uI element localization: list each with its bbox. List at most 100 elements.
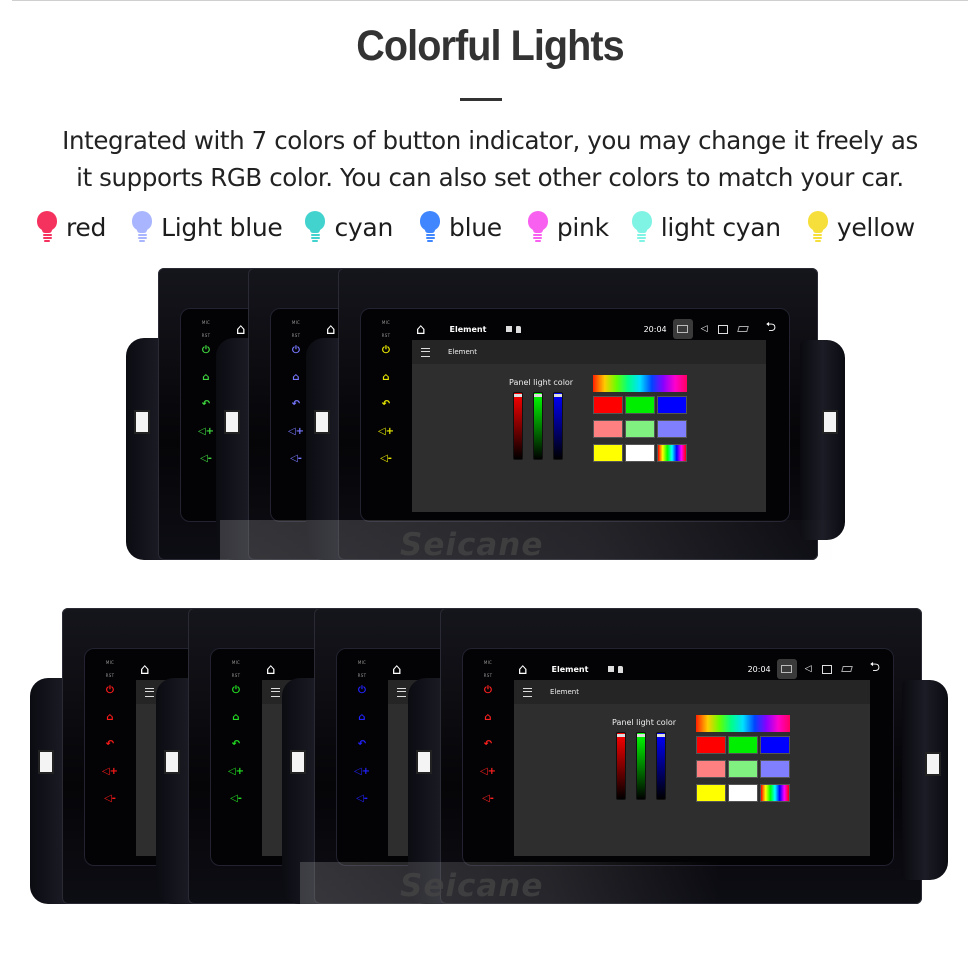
volume-down-key-icon[interactable]: ◁- bbox=[290, 454, 302, 464]
power-key-icon[interactable]: ⏻ bbox=[382, 346, 390, 356]
home-icon[interactable]: ⌂ bbox=[326, 320, 336, 338]
bulb-icon bbox=[527, 210, 549, 244]
color-swatch[interactable] bbox=[760, 784, 790, 802]
screen-mirror-icon[interactable] bbox=[672, 319, 693, 339]
return-icon[interactable]: ⮌ bbox=[766, 318, 776, 340]
color-swatch[interactable] bbox=[593, 444, 623, 462]
back-key-icon[interactable]: ↶ bbox=[106, 740, 114, 750]
back-key-icon[interactable]: ↶ bbox=[292, 400, 300, 410]
slider-thumb[interactable] bbox=[657, 734, 665, 737]
legend-label: cyan bbox=[334, 212, 393, 242]
color-swatch[interactable] bbox=[625, 396, 655, 414]
color-swatch[interactable] bbox=[657, 396, 687, 414]
volume-up-key-icon[interactable]: ◁+ bbox=[102, 767, 118, 777]
color-swatch[interactable] bbox=[728, 784, 758, 802]
volume-up-key-icon[interactable]: ◁+ bbox=[480, 767, 496, 777]
sd-card-icon bbox=[516, 325, 522, 333]
power-key-icon[interactable]: ⏻ bbox=[106, 686, 114, 696]
slider-green[interactable] bbox=[636, 732, 646, 800]
power-key-icon[interactable]: ⏻ bbox=[232, 686, 240, 696]
color-swatch[interactable] bbox=[696, 784, 726, 802]
window-icon[interactable] bbox=[736, 326, 749, 332]
volume-down-key-icon[interactable]: ◁- bbox=[482, 794, 494, 804]
volume-up-key-icon[interactable]: ◁+ bbox=[228, 767, 244, 777]
slider-green[interactable] bbox=[533, 392, 543, 460]
back-key-icon[interactable]: ↶ bbox=[358, 740, 366, 750]
color-swatch[interactable] bbox=[760, 760, 790, 778]
power-key-icon[interactable]: ⏻ bbox=[292, 346, 300, 356]
bulb-icon bbox=[131, 210, 153, 244]
color-swatch[interactable] bbox=[696, 736, 726, 754]
display-icon[interactable] bbox=[717, 324, 728, 334]
volume-up-key-icon[interactable]: ◁+ bbox=[354, 767, 370, 777]
return-icon[interactable]: ⮌ bbox=[870, 658, 880, 680]
volume-up-key-icon[interactable]: ◁+ bbox=[378, 427, 394, 437]
head-unit-top-3: MIC RST ⏻ ⌂ ↶ ◁+ ◁- ⌂ Element 20:04 ◁ ⮌ Element Panel… bbox=[306, 268, 818, 560]
home-icon[interactable]: ⌂ bbox=[266, 660, 276, 678]
color-swatch[interactable] bbox=[625, 420, 655, 438]
title-underline bbox=[460, 98, 502, 101]
bracket-clip bbox=[164, 750, 180, 774]
volume-icon[interactable]: ◁ bbox=[701, 324, 708, 334]
slider-blue[interactable] bbox=[553, 392, 563, 460]
home-icon[interactable]: ⌂ bbox=[518, 660, 528, 678]
slider-thumb[interactable] bbox=[554, 394, 562, 397]
spectrum-bar[interactable] bbox=[696, 715, 790, 732]
color-swatch[interactable] bbox=[728, 760, 758, 778]
menu-icon[interactable] bbox=[145, 687, 154, 697]
home-icon[interactable]: ⌂ bbox=[416, 320, 426, 338]
home-key-icon[interactable]: ⌂ bbox=[202, 373, 209, 383]
bracket-clip bbox=[290, 750, 306, 774]
menu-icon[interactable] bbox=[523, 687, 532, 697]
volume-down-key-icon[interactable]: ◁- bbox=[380, 454, 392, 464]
color-swatch[interactable] bbox=[593, 396, 623, 414]
power-key-icon[interactable]: ⏻ bbox=[358, 686, 366, 696]
display-icon[interactable] bbox=[821, 664, 832, 674]
volume-up-key-icon[interactable]: ◁+ bbox=[288, 427, 304, 437]
slider-red[interactable] bbox=[513, 392, 523, 460]
mic-label: MIC bbox=[201, 320, 211, 325]
back-key-icon[interactable]: ↶ bbox=[484, 740, 492, 750]
slider-thumb[interactable] bbox=[637, 734, 645, 737]
volume-down-key-icon[interactable]: ◁- bbox=[200, 454, 212, 464]
screen-mirror-icon[interactable] bbox=[776, 659, 797, 679]
home-icon[interactable]: ⌂ bbox=[236, 320, 246, 338]
color-swatch[interactable] bbox=[728, 736, 758, 754]
slider-thumb[interactable] bbox=[534, 394, 542, 397]
back-key-icon[interactable]: ↶ bbox=[382, 400, 390, 410]
menu-icon[interactable] bbox=[397, 687, 406, 697]
home-key-icon[interactable]: ⌂ bbox=[484, 713, 491, 723]
home-key-icon[interactable]: ⌂ bbox=[382, 373, 389, 383]
power-key-icon[interactable]: ⏻ bbox=[202, 346, 210, 356]
back-key-icon[interactable]: ↶ bbox=[232, 740, 240, 750]
slider-thumb[interactable] bbox=[617, 734, 625, 737]
volume-up-key-icon[interactable]: ◁+ bbox=[198, 427, 214, 437]
back-key-icon[interactable]: ↶ bbox=[202, 400, 210, 410]
color-swatch[interactable] bbox=[657, 420, 687, 438]
home-key-icon[interactable]: ⌂ bbox=[106, 713, 113, 723]
home-icon[interactable]: ⌂ bbox=[392, 660, 402, 678]
slider-blue[interactable] bbox=[656, 732, 666, 800]
volume-down-key-icon[interactable]: ◁- bbox=[230, 794, 242, 804]
slider-thumb[interactable] bbox=[514, 394, 522, 397]
menu-icon[interactable] bbox=[271, 687, 280, 697]
home-key-icon[interactable]: ⌂ bbox=[358, 713, 365, 723]
power-key-icon[interactable]: ⏻ bbox=[484, 686, 492, 696]
rst-label: RST bbox=[357, 673, 367, 678]
home-key-icon[interactable]: ⌂ bbox=[292, 373, 299, 383]
volume-down-key-icon[interactable]: ◁- bbox=[104, 794, 116, 804]
color-swatch[interactable] bbox=[657, 444, 687, 462]
color-swatch[interactable] bbox=[760, 736, 790, 754]
slider-red[interactable] bbox=[616, 732, 626, 800]
window-icon[interactable] bbox=[840, 666, 853, 672]
menu-icon[interactable] bbox=[421, 347, 430, 357]
home-key-icon[interactable]: ⌂ bbox=[232, 713, 239, 723]
home-icon[interactable]: ⌂ bbox=[140, 660, 150, 678]
color-swatch[interactable] bbox=[625, 444, 655, 462]
volume-icon[interactable]: ◁ bbox=[805, 664, 812, 674]
top-divider bbox=[12, 0, 968, 1]
spectrum-bar[interactable] bbox=[593, 375, 687, 392]
color-swatch[interactable] bbox=[593, 420, 623, 438]
volume-down-key-icon[interactable]: ◁- bbox=[356, 794, 368, 804]
color-swatch[interactable] bbox=[696, 760, 726, 778]
